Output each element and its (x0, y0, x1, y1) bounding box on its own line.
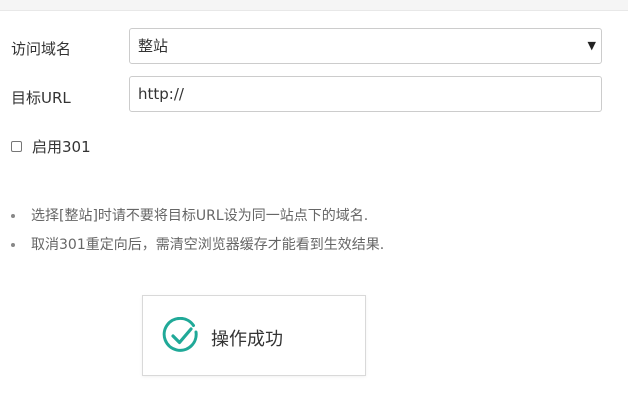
tip-text: 选择[整站]时请不要将目标URL设为同一站点下的域名. (31, 208, 369, 224)
enable-301-label[interactable]: 启用301 (32, 136, 91, 157)
check-circle-icon (162, 317, 198, 352)
target-url-label: 目标URL (11, 89, 71, 107)
tip-item: 取消301重定向后，需清空浏览器缓存才能看到生效结果. (0, 235, 384, 264)
domain-select-value: 整站 (138, 37, 169, 55)
success-toast: 操作成功 (142, 295, 366, 376)
bullet-icon (11, 243, 15, 247)
domain-label: 访问域名 (11, 40, 72, 58)
domain-select[interactable]: 整站 ▼ (129, 28, 602, 64)
bullet-icon (11, 214, 15, 218)
top-bar (0, 0, 628, 11)
chevron-down-icon: ▼ (587, 39, 596, 52)
target-url-input[interactable]: http:// (129, 76, 602, 112)
tip-text: 取消301重定向后，需清空浏览器缓存才能看到生效结果. (31, 237, 385, 253)
enable-301-checkbox[interactable] (11, 140, 22, 152)
tips-list: 选择[整站]时请不要将目标URL设为同一站点下的域名. 取消301重定向后，需清… (0, 206, 384, 264)
enable-301-row[interactable]: 启用301 (11, 136, 91, 157)
toast-message: 操作成功 (211, 329, 283, 350)
tip-item: 选择[整站]时请不要将目标URL设为同一站点下的域名. (0, 206, 384, 235)
target-url-value: http:// (138, 85, 184, 103)
